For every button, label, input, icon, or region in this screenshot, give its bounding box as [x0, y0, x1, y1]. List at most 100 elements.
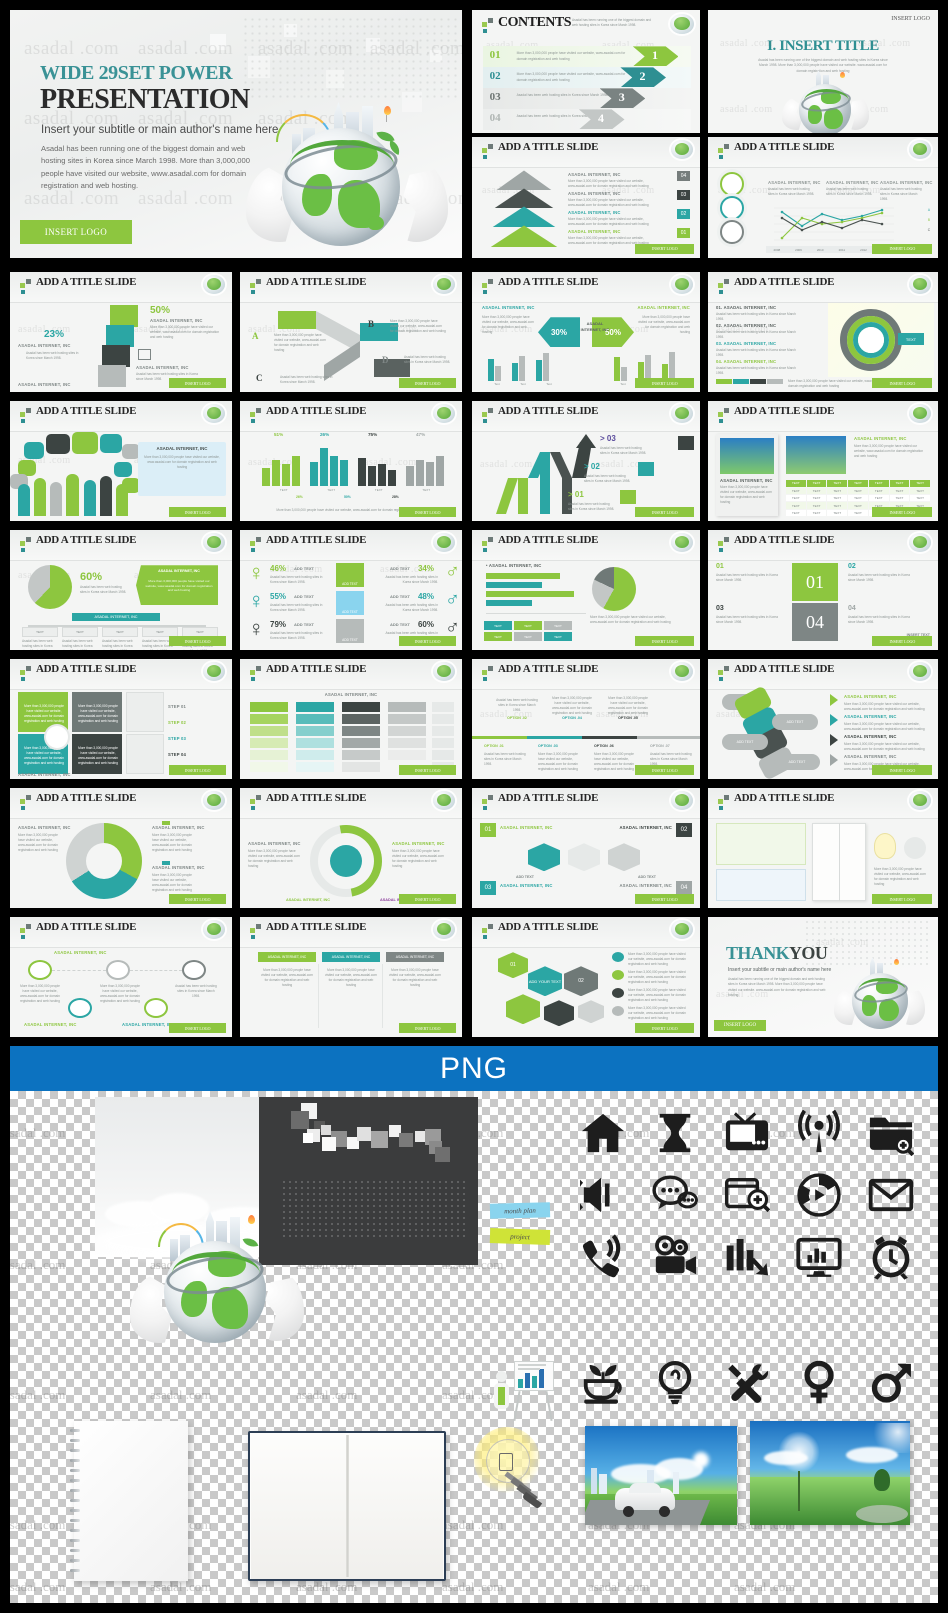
insert-logo-button[interactable]: INSERT LOGO — [635, 635, 695, 647]
lightbulb-icon[interactable] — [647, 1355, 703, 1411]
insert-logo-button[interactable]: INSERT LOGO — [635, 506, 695, 518]
slide-stacked-cubes[interactable]: ADD A TITLE SLIDE asadal .com asadal .co… — [10, 272, 232, 392]
insert-logo-button[interactable]: INSERT LOGO — [635, 1022, 695, 1034]
insert-logo-button[interactable]: INSERT LOGO — [872, 243, 933, 255]
hexagon — [608, 843, 640, 872]
insert-logo-button[interactable]: INSERT LOGO — [168, 377, 227, 389]
slide-hex-numbers[interactable]: ADD A TITLE SLIDE 01 ADD YOUR TEXT 02 Mo… — [472, 917, 700, 1037]
slide-timeline[interactable]: ADD A TITLE SLIDE asadal .com asadal .co… — [472, 659, 700, 779]
slide-zigzag-abcd[interactable]: ADD A TITLE SLIDE asadal .com asadal .co… — [240, 272, 462, 392]
tools-wrench-screwdriver-icon[interactable] — [719, 1355, 775, 1411]
insert-logo-button[interactable]: INSERT LOGO — [168, 1022, 227, 1034]
insert-logo-button[interactable]: INSERT LOGO — [635, 893, 695, 905]
slide-circle-gauge[interactable]: ADD A TITLE SLIDE ASADAL INTERNET, INC M… — [240, 788, 462, 908]
donut-center — [858, 327, 884, 354]
home-icon[interactable] — [575, 1105, 631, 1161]
hero-title-slide[interactable]: asadal .com asadal .com asadal .com asad… — [10, 10, 462, 258]
insert-logo-button[interactable]: INSERT LOGO — [714, 1020, 766, 1031]
slide-quad-hex[interactable]: ADD A TITLE SLIDE 01 ASADAL INTERNET, IN… — [472, 788, 700, 908]
insert-logo-button[interactable]: INSERT LOGO — [168, 764, 227, 776]
video-camera-icon[interactable] — [647, 1229, 703, 1285]
thank-you-slide[interactable]: asadal .com asadal .com THANKYOU Insert … — [708, 917, 938, 1037]
insert-logo-button[interactable]: INSERT LOGO — [635, 764, 695, 776]
globe-logo-icon — [203, 533, 225, 552]
insert-logo-button[interactable]: INSERT LOGO — [872, 377, 933, 389]
male-gender-icon[interactable] — [863, 1355, 919, 1411]
slide-book-table[interactable]: ADD A TITLE SLIDE More than 3,000,000 pe… — [708, 788, 938, 908]
cube-green — [110, 305, 138, 328]
slide-hbar-pie[interactable]: ADD A TITLE SLIDE • ASADAL INTERNET, INC… — [472, 530, 700, 650]
insert-logo-button[interactable]: INSERT LOGO — [398, 506, 457, 518]
tv-icon[interactable] — [719, 1105, 775, 1161]
slide-notebook-table[interactable]: ADD A TITLE SLIDE ASADAL INTERNET, INC M… — [708, 401, 938, 521]
contents-row[interactable]: 04 Asadal has been web hosting sites in … — [483, 109, 691, 130]
speaker-volume-icon[interactable] — [575, 1167, 631, 1223]
insert-logo-button[interactable]: INSERT LOGO — [168, 506, 227, 518]
globe-logo-icon — [671, 275, 693, 294]
watermark: asadal .com — [296, 1387, 358, 1402]
contents-row[interactable]: 01 More than 3,000,000 people have visit… — [483, 46, 691, 67]
item-text: Asadal has been web hosting sites in Kor… — [716, 366, 796, 375]
insert-logo-button[interactable]: INSERT LOGO — [635, 243, 695, 255]
slide-title: ADD A TITLE SLIDE — [266, 792, 367, 804]
watermark: asadal .com — [10, 1387, 66, 1402]
slide-chevron-stack[interactable]: ADD A TITLE SLIDE asadal .com ADD TEXT A… — [708, 659, 938, 779]
bar-chart-down-icon[interactable] — [719, 1229, 775, 1285]
slide-line-chart[interactable]: ADD A TITLE SLIDE asadal .com asadal .co… — [708, 137, 938, 258]
slide-columns-lists[interactable]: ADD A TITLE SLIDE ASADAL INTERNET, INC I… — [240, 659, 462, 779]
insert-logo-button[interactable]: INSERT LOGO — [168, 635, 227, 647]
slide-donut-rings[interactable]: ADD A TITLE SLIDE asadal .com asadal .co… — [708, 272, 938, 392]
slide-title: ADD A TITLE SLIDE — [36, 792, 137, 804]
chat-bubbles-icon[interactable] — [647, 1167, 703, 1223]
slide-pie-org[interactable]: ADD A TITLE SLIDE asadal .com asadal .co… — [10, 530, 232, 650]
plant-cup-icon[interactable] — [575, 1355, 631, 1411]
globe-eggshell-artwork — [238, 88, 453, 248]
insert-logo-button[interactable]: INSERT LOGO — [398, 893, 457, 905]
slide-three-columns[interactable]: ADD A TITLE SLIDE ASADAL INTERNET, INC A… — [240, 917, 462, 1037]
slide-bar-groups[interactable]: ADD A TITLE SLIDE asadal .com asadal .co… — [240, 401, 462, 521]
insert-logo-button[interactable]: INSERT LOGO — [20, 220, 132, 244]
insert-logo-button[interactable]: INSERT LOGO — [398, 764, 457, 776]
envelope-icon[interactable] — [863, 1167, 919, 1223]
slide-tri-venn[interactable]: ADD A TITLE SLIDE ASADAL INTERNET, INC M… — [10, 788, 232, 908]
monitor-chart-icon[interactable] — [791, 1229, 847, 1285]
insert-logo-button[interactable]: INSERT LOGO — [398, 377, 457, 389]
insert-logo-button[interactable]: INSERT LOGO — [872, 764, 933, 776]
item-heading: ASADAL INTERNET, INC — [637, 305, 690, 311]
slide-network-nodes[interactable]: ADD A TITLE SLIDE ASADAL INTERNET, INC M… — [10, 917, 232, 1037]
antenna-signal-icon[interactable] — [791, 1105, 847, 1161]
slide-two-arrows-bars[interactable]: ADD A TITLE SLIDE asadal .com asadal .co… — [472, 272, 700, 392]
slide-step-boxes[interactable]: ADD A TITLE SLIDE More than 3,000,000 pe… — [10, 659, 232, 779]
globe-logo-icon — [433, 791, 455, 810]
slide-hands-bubbles[interactable]: ADD A TITLE SLIDE asadal .com asadal .co… — [10, 401, 232, 521]
alarm-clock-icon[interactable] — [863, 1229, 919, 1285]
insert-logo-button[interactable]: INSERT LOGO — [168, 893, 227, 905]
insert-logo-button[interactable]: INSERT LOGO — [872, 635, 933, 647]
female-gender-icon[interactable] — [791, 1355, 847, 1411]
slide-quad-numbers[interactable]: ADD A TITLE SLIDE 01 Asadal has been web… — [708, 530, 938, 650]
folder-search-icon[interactable] — [863, 1105, 919, 1161]
section-title-slide[interactable]: INSERT LOGO I. INSERT TITLE Asadal has b… — [708, 10, 938, 133]
quad-badge: 01 — [480, 823, 496, 838]
item-text: More than 3,000,000 people have visited … — [854, 444, 924, 458]
slide-gender-compare[interactable]: ADD A TITLE SLIDE asadal .com asadal .co… — [240, 530, 462, 650]
insert-logo-button[interactable]: INSERT LOGO — [398, 635, 457, 647]
slide-arrows-up-list[interactable]: ADD A TITLE SLIDE asadal .com asadal .co… — [472, 137, 700, 258]
circle-icon-b — [720, 196, 744, 221]
insert-logo-button[interactable]: INSERT LOGO — [872, 506, 933, 518]
item-text: Asadal has been web hosting sites in Kor… — [280, 375, 333, 384]
phone-ringing-icon[interactable] — [575, 1229, 631, 1285]
contents-row[interactable]: 03 Asadal has been web hosting sites in … — [483, 88, 691, 109]
insert-logo-button[interactable]: INSERT LOGO — [398, 1022, 457, 1034]
insert-logo-button[interactable]: INSERT LOGO — [635, 377, 695, 389]
photo-thumb — [720, 438, 774, 475]
insert-logo-button[interactable]: INSERT LOGO — [872, 893, 933, 905]
contents-row[interactable]: 02 More than 3,000,000 people have visit… — [483, 67, 691, 88]
contents-slide[interactable]: CONTENTS Asadal has been running one of … — [472, 10, 700, 133]
option-label: OPTION .06 — [594, 744, 614, 749]
slide-growth-arrows[interactable]: ADD A TITLE SLIDE asadal .com asadal .co… — [472, 401, 700, 521]
wallet-add-icon[interactable] — [719, 1167, 775, 1223]
globe-logo-icon — [203, 791, 225, 810]
play-target-icon[interactable] — [791, 1167, 847, 1223]
hourglass-icon[interactable] — [647, 1105, 703, 1161]
